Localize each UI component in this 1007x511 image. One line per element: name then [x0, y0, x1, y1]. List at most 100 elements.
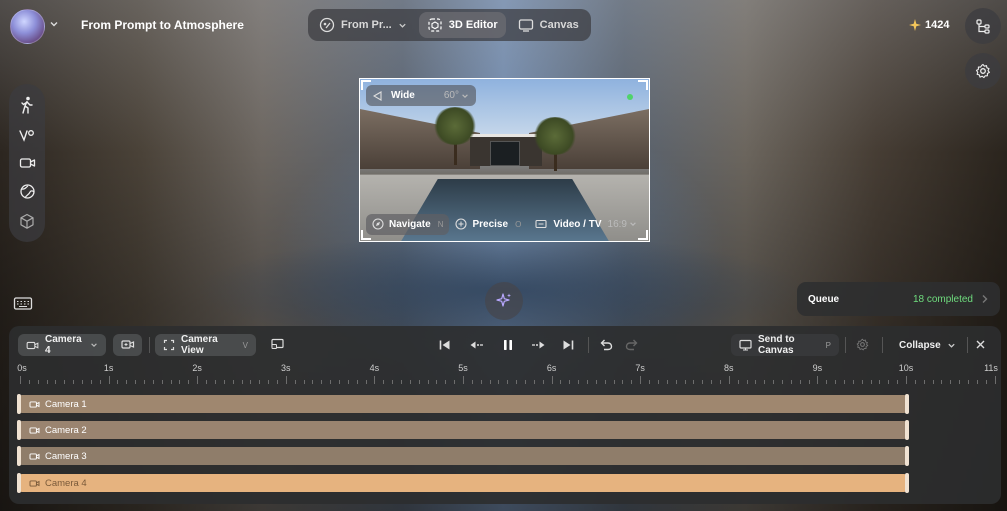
video-camera-icon: [29, 452, 40, 461]
camera-view-button[interactable]: Camera View V: [155, 334, 256, 356]
step-forward-icon[interactable]: [531, 339, 546, 351]
ruler-tick: [941, 380, 943, 384]
credits-balance[interactable]: 1424: [909, 19, 949, 31]
generate-button[interactable]: [485, 282, 523, 320]
track-label: Camera 4: [45, 477, 87, 489]
camera-track[interactable]: Camera 1: [17, 394, 909, 414]
gear-icon: [975, 63, 991, 79]
keyboard-icon[interactable]: [13, 295, 33, 311]
queue-panel[interactable]: Queue 18 completed: [797, 282, 1000, 316]
ruler-tick: [666, 380, 668, 384]
ruler-tick: [418, 380, 420, 384]
ruler-tick: [338, 380, 340, 384]
settings-button[interactable]: [965, 53, 1001, 89]
ruler-tick: [400, 380, 402, 384]
ruler-tick: [152, 380, 154, 384]
ruler-tick: [702, 380, 704, 384]
aspect-ratio-text: 16:9: [607, 218, 627, 230]
precise-shortcut: O: [515, 219, 522, 229]
ruler-tick: [737, 380, 739, 384]
precise-mode-button[interactable]: Precise O: [449, 214, 527, 235]
skip-to-start-icon[interactable]: [439, 339, 451, 351]
workflow-button[interactable]: [965, 8, 1001, 44]
cube-icon[interactable]: [19, 213, 35, 230]
navigate-mode-button[interactable]: Navigate N: [366, 213, 450, 235]
camera-viewport[interactable]: Wide 60° Navigate N Precise O Video / TV: [359, 78, 650, 242]
aspect-ratio-selector[interactable]: Video / TV 16:9: [535, 219, 643, 230]
ruler-tick: [454, 380, 456, 384]
timeline-toolbar: Camera 4 Camera View V Send to Canvas P …: [9, 326, 1001, 364]
add-camera-button[interactable]: [113, 334, 142, 356]
fov-value: 60°: [444, 90, 469, 101]
pause-icon[interactable]: [502, 339, 514, 351]
camera-select[interactable]: Camera 4: [18, 334, 106, 356]
ruler-tick: [560, 380, 562, 384]
avatar[interactable]: [10, 9, 45, 44]
ruler-tick: [755, 380, 757, 384]
ruler-tick-label: 4s: [369, 363, 380, 373]
ruler-tick: [250, 380, 252, 384]
tab-label: 3D Editor: [448, 19, 498, 31]
ruler-tick: [861, 380, 863, 384]
lens-selector[interactable]: Wide 60°: [366, 85, 476, 106]
ruler-tick-label: 10s: [898, 363, 914, 373]
ruler-tick: [206, 380, 208, 384]
ruler-tick: [374, 376, 376, 384]
send-to-canvas-button[interactable]: Send to Canvas P: [731, 334, 839, 356]
close-icon[interactable]: [975, 339, 986, 350]
ruler-tick: [746, 380, 748, 384]
ruler-tick: [409, 380, 411, 384]
collapse-button[interactable]: Collapse: [891, 334, 961, 356]
ruler-tick: [968, 380, 970, 384]
globe-icon[interactable]: [19, 183, 36, 200]
collapse-label: Collapse: [899, 339, 941, 351]
toolbar-divider: [967, 337, 968, 353]
time-ruler[interactable]: 0s 1s 2s 3s 4s 5s 6s 7s 8s 9s 10s 11s: [9, 362, 1001, 384]
compass-icon: [372, 218, 384, 230]
send-icon: [739, 339, 752, 351]
fov-text: 60°: [443, 90, 459, 101]
project-title[interactable]: From Prompt to Atmosphere: [81, 18, 244, 32]
gear-icon[interactable]: [856, 338, 869, 351]
ruler-tick: [117, 380, 119, 384]
ruler-tick-label: 1s: [103, 363, 114, 373]
picture-in-picture-icon[interactable]: [271, 338, 284, 350]
ruler-tick: [55, 380, 57, 384]
ruler-tick: [604, 380, 606, 384]
camera-track[interactable]: Camera 2: [17, 420, 909, 440]
ruler-tick: [365, 380, 367, 384]
redo-icon[interactable]: [625, 338, 639, 351]
camera-track-selected[interactable]: Camera 4: [17, 473, 909, 493]
ruler-tick: [392, 380, 394, 384]
ruler-tick: [463, 376, 464, 384]
ruler-tick: [684, 380, 686, 384]
lens-icon: [373, 90, 383, 101]
tab-canvas[interactable]: Canvas: [510, 12, 587, 38]
undo-icon[interactable]: [599, 338, 613, 351]
skip-to-end-icon[interactable]: [562, 339, 574, 351]
tab-from-prompt[interactable]: From Pr...: [311, 12, 415, 38]
tab-label: From Pr...: [341, 19, 392, 31]
chevron-down-icon: [461, 92, 469, 100]
ruler-tick: [46, 380, 48, 384]
ruler-tick-label: 5s: [458, 363, 468, 373]
ruler-tick-label: 7s: [635, 363, 645, 373]
walk-person-icon[interactable]: [19, 96, 35, 115]
video-camera-icon[interactable]: [19, 156, 36, 170]
camera-track[interactable]: Camera 3: [17, 446, 909, 466]
tab-3d-editor[interactable]: 3D Editor: [418, 12, 506, 38]
chevron-down-icon: [398, 21, 407, 30]
ruler-tick: [799, 380, 801, 384]
ruler-tick: [976, 380, 978, 384]
ruler-tick: [161, 380, 163, 384]
path-node-icon[interactable]: [18, 127, 36, 143]
toolbar-divider: [149, 337, 150, 353]
ruler-tick-label: 6s: [546, 363, 557, 373]
ruler-tick: [595, 380, 597, 384]
queue-label: Queue: [808, 293, 840, 305]
ruler-tick-label: 0s: [17, 363, 27, 373]
ruler-tick: [914, 380, 916, 384]
step-back-icon[interactable]: [469, 339, 484, 351]
chevron-down-icon[interactable]: [49, 19, 59, 29]
chevron-right-icon: [981, 294, 989, 304]
